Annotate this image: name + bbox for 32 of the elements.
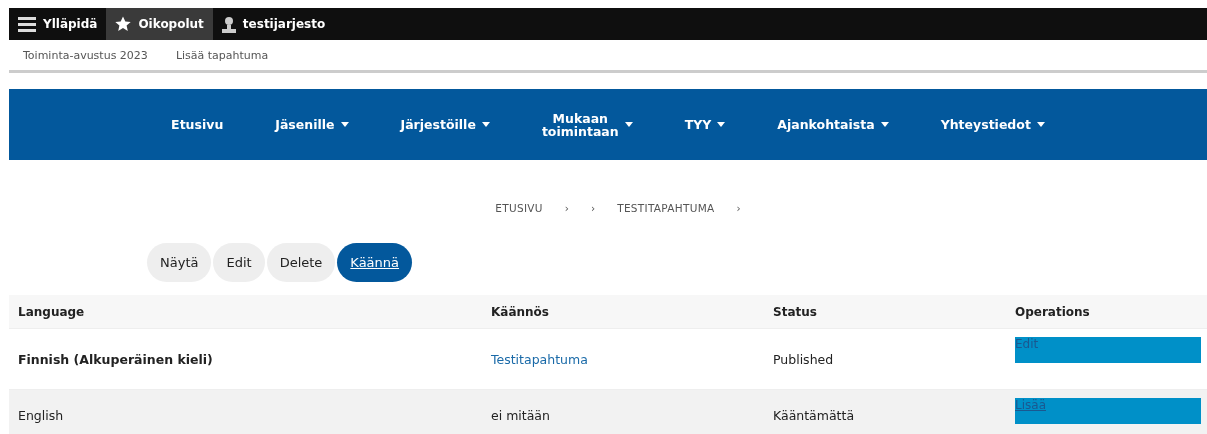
nav-item[interactable]: Yhteystiedot — [914, 118, 1071, 131]
star-icon — [115, 16, 132, 32]
nav-item[interactable]: Jäsenille — [249, 118, 375, 131]
tab[interactable]: Delete — [266, 243, 336, 282]
table-cell: English — [9, 389, 482, 434]
toolbar-tab[interactable]: testijarjesto — [212, 8, 335, 40]
nav-item[interactable]: Järjestöille — [374, 118, 516, 131]
tab[interactable]: Käännä — [337, 243, 413, 282]
menu-icon — [18, 16, 36, 32]
column-header: Käännös — [482, 295, 764, 329]
toolbar-tab[interactable]: Ylläpidä — [9, 8, 107, 40]
nav-item[interactable]: Ajankohtaista — [751, 118, 915, 131]
tab[interactable]: Edit — [213, 243, 265, 282]
tray-link[interactable]: Toiminta-avustus 2023 — [23, 48, 148, 62]
breadcrumb-separator: › — [736, 202, 741, 216]
column-header: Status — [764, 295, 1006, 329]
column-header: Operations — [1006, 295, 1207, 329]
toolbar-tab[interactable]: Oikopolut — [106, 8, 213, 40]
user-icon — [221, 15, 236, 33]
nav-item[interactable]: Mukaan toimintaan — [515, 111, 659, 138]
table-cell: ei mitään — [482, 389, 764, 434]
breadcrumb-separator: › — [564, 202, 569, 216]
breadcrumb-link[interactable]: ETUSIVU — [495, 202, 543, 223]
column-header: Language — [9, 295, 482, 329]
tray-link[interactable]: Lisää tapahtuma — [175, 48, 269, 62]
breadcrumb-link[interactable]: TESTITAPAHTUMA — [617, 202, 715, 223]
translation-link[interactable]: Testitapahtuma — [491, 351, 588, 367]
table-cell: Kääntämättä — [764, 389, 1006, 434]
breadcrumb-separator: › — [591, 202, 596, 216]
nav-item[interactable]: TYY — [658, 118, 752, 131]
nav-item[interactable]: Etusivu — [145, 118, 250, 131]
tab[interactable]: Näytä — [147, 243, 212, 282]
